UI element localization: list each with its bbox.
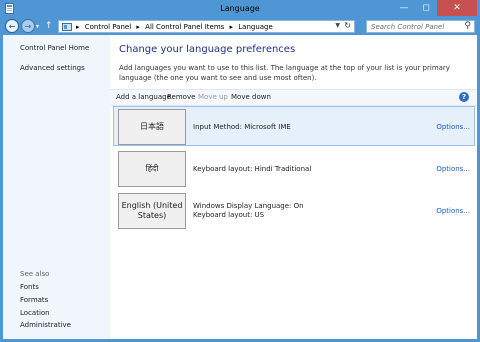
navigation-bar: ← → ▾ ↑ ▸ Control Panel ▸ All Control Pa… [3,18,477,35]
breadcrumb-language[interactable]: Language [238,23,273,31]
language-row-japanese[interactable]: 日本語 Input Method: Microsoft IME Options.… [113,106,475,146]
main-content: Change your language preferences Add lan… [110,35,477,339]
crumb-separator-icon: ▸ [76,23,80,31]
language-details: Input Method: Microsoft IME [193,123,291,132]
forward-arrow-icon: → [24,21,32,31]
crumb-separator-icon: ▸ [229,23,234,31]
administrative-link[interactable]: Administrative [20,321,71,329]
location-link[interactable]: Location [20,309,50,317]
maximize-button[interactable]: ◻ [415,0,437,16]
breadcrumb: ▸ Control Panel ▸ All Control Panel Item… [76,23,276,31]
options-link[interactable]: Options... [436,165,470,173]
minimize-button[interactable]: — [393,0,415,16]
window-controls: — ◻ ✕ [393,0,477,16]
see-also-label: See also [20,270,50,278]
remove-button[interactable]: Remove [167,93,195,101]
title-bar[interactable]: Language — ◻ ✕ [0,0,480,18]
chevron-down-icon[interactable]: ▼ [335,22,340,29]
language-detail-line: Keyboard layout: US [193,211,265,219]
recent-locations-icon[interactable]: ▾ [36,23,39,30]
advanced-settings-link[interactable]: Advanced settings [20,64,85,72]
language-window: Language — ◻ ✕ ← → ▾ ↑ ▸ Control Panel ▸… [0,0,480,342]
add-language-button[interactable]: Add a language [116,93,171,101]
language-tile[interactable]: 日本語 [118,109,186,145]
move-up-button[interactable]: Move up [198,93,228,101]
search-icon[interactable]: ⚲ [464,21,471,31]
back-arrow-icon: ← [8,21,16,31]
minimize-icon: — [399,3,409,13]
fonts-link[interactable]: Fonts [20,283,39,291]
language-detail-line: Keyboard layout: Hindi Traditional [193,165,312,173]
crumb-separator-icon: ▸ [136,23,140,31]
control-panel-home-link[interactable]: Control Panel Home [20,44,89,52]
options-link[interactable]: Options... [436,207,470,215]
breadcrumb-all-items[interactable]: All Control Panel Items [145,23,224,31]
forward-button[interactable]: → [21,19,35,33]
search-placeholder: Search Control Panel [371,23,445,31]
sidebar: Control Panel Home Advanced settings See… [3,35,110,339]
language-row-english[interactable]: English (United States) Windows Display … [113,190,475,230]
help-icon: ? [461,93,467,101]
language-details: Windows Display Language: On Keyboard la… [193,202,304,220]
page-description: Add languages you want to use to this li… [119,64,450,82]
language-detail-line: Windows Display Language: On [193,202,304,210]
breadcrumb-control-panel[interactable]: Control Panel [85,23,131,31]
maximize-icon: ◻ [422,3,430,13]
language-detail-line: Input Method: Microsoft IME [193,123,291,131]
close-button[interactable]: ✕ [437,0,477,16]
formats-link[interactable]: Formats [20,296,48,304]
language-row-hindi[interactable]: हिंदी Keyboard layout: Hindi Traditional… [113,148,475,188]
language-details: Keyboard layout: Hindi Traditional [193,165,311,174]
page-title: Change your language preferences [119,44,296,55]
options-link[interactable]: Options... [436,123,470,131]
language-tile[interactable]: हिंदी [118,151,186,187]
language-toolbar: Add a language Remove Move up Move down … [110,89,477,106]
up-arrow-icon[interactable]: ↑ [45,21,53,31]
back-button[interactable]: ← [5,19,19,33]
refresh-icon[interactable]: ↻ [344,21,351,30]
language-tile[interactable]: English (United States) [118,193,186,229]
search-box[interactable]: Search Control Panel ⚲ [366,20,475,33]
control-panel-icon [62,23,72,31]
address-bar[interactable]: ▸ Control Panel ▸ All Control Panel Item… [58,20,355,33]
close-icon: ✕ [453,3,461,13]
help-button[interactable]: ? [459,92,469,102]
move-down-button[interactable]: Move down [231,93,271,101]
